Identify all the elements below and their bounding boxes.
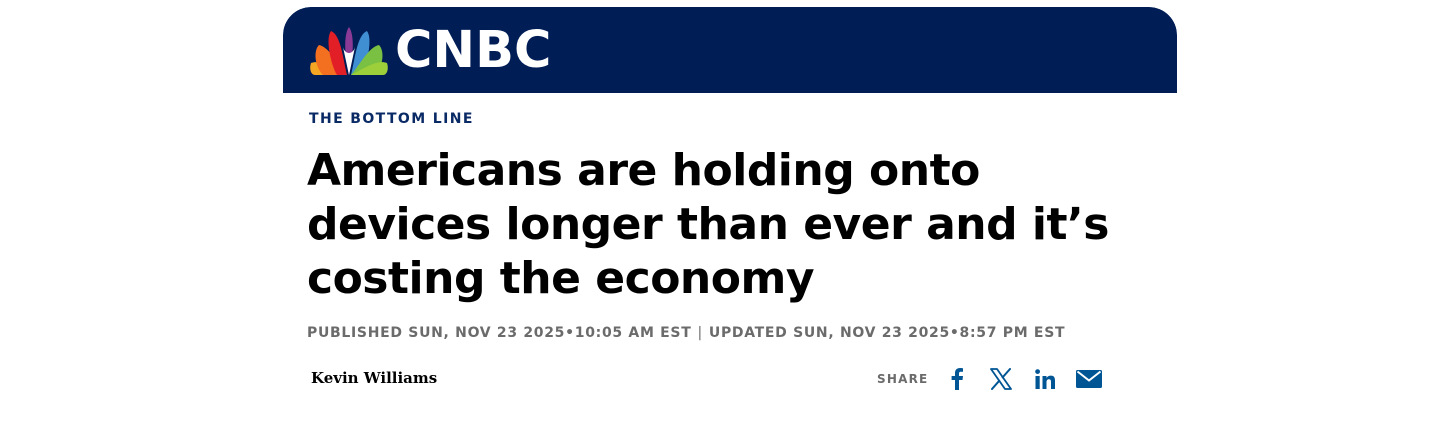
- email-icon: [1076, 370, 1103, 388]
- share-label: SHARE: [877, 372, 929, 386]
- logo-wordmark: CNBC: [395, 21, 552, 80]
- section-kicker[interactable]: THE BOTTOM LINE: [309, 111, 474, 127]
- updated-time: UPDATED SUN, NOV 23 2025•8:57 PM EST: [708, 325, 1066, 341]
- published-time: PUBLISHED SUN, NOV 23 2025•10:05 AM EST: [307, 325, 692, 341]
- article-timestamps: PUBLISHED SUN, NOV 23 2025•10:05 AM EST |…: [307, 325, 1065, 341]
- article-headline: Americans are holding onto devices longe…: [307, 145, 1109, 304]
- linkedin-icon: [1035, 369, 1056, 389]
- cnbc-logo[interactable]: CNBC: [307, 23, 551, 79]
- site-header: CNBC: [283, 7, 1177, 93]
- author-byline[interactable]: Kevin Williams: [311, 369, 437, 387]
- share-linkedin-button[interactable]: [1030, 365, 1060, 393]
- share-x-button[interactable]: [986, 365, 1016, 393]
- article-header-card: CNBC THE BOTTOM LINE Americans are holdi…: [283, 7, 1177, 433]
- peacock-icon: [310, 27, 388, 75]
- x-icon: [990, 368, 1013, 390]
- facebook-icon: [952, 368, 964, 390]
- timestamp-separator: |: [697, 325, 703, 341]
- share-email-button[interactable]: [1074, 365, 1104, 393]
- share-bar: SHARE: [877, 365, 1118, 393]
- share-facebook-button[interactable]: [942, 365, 972, 393]
